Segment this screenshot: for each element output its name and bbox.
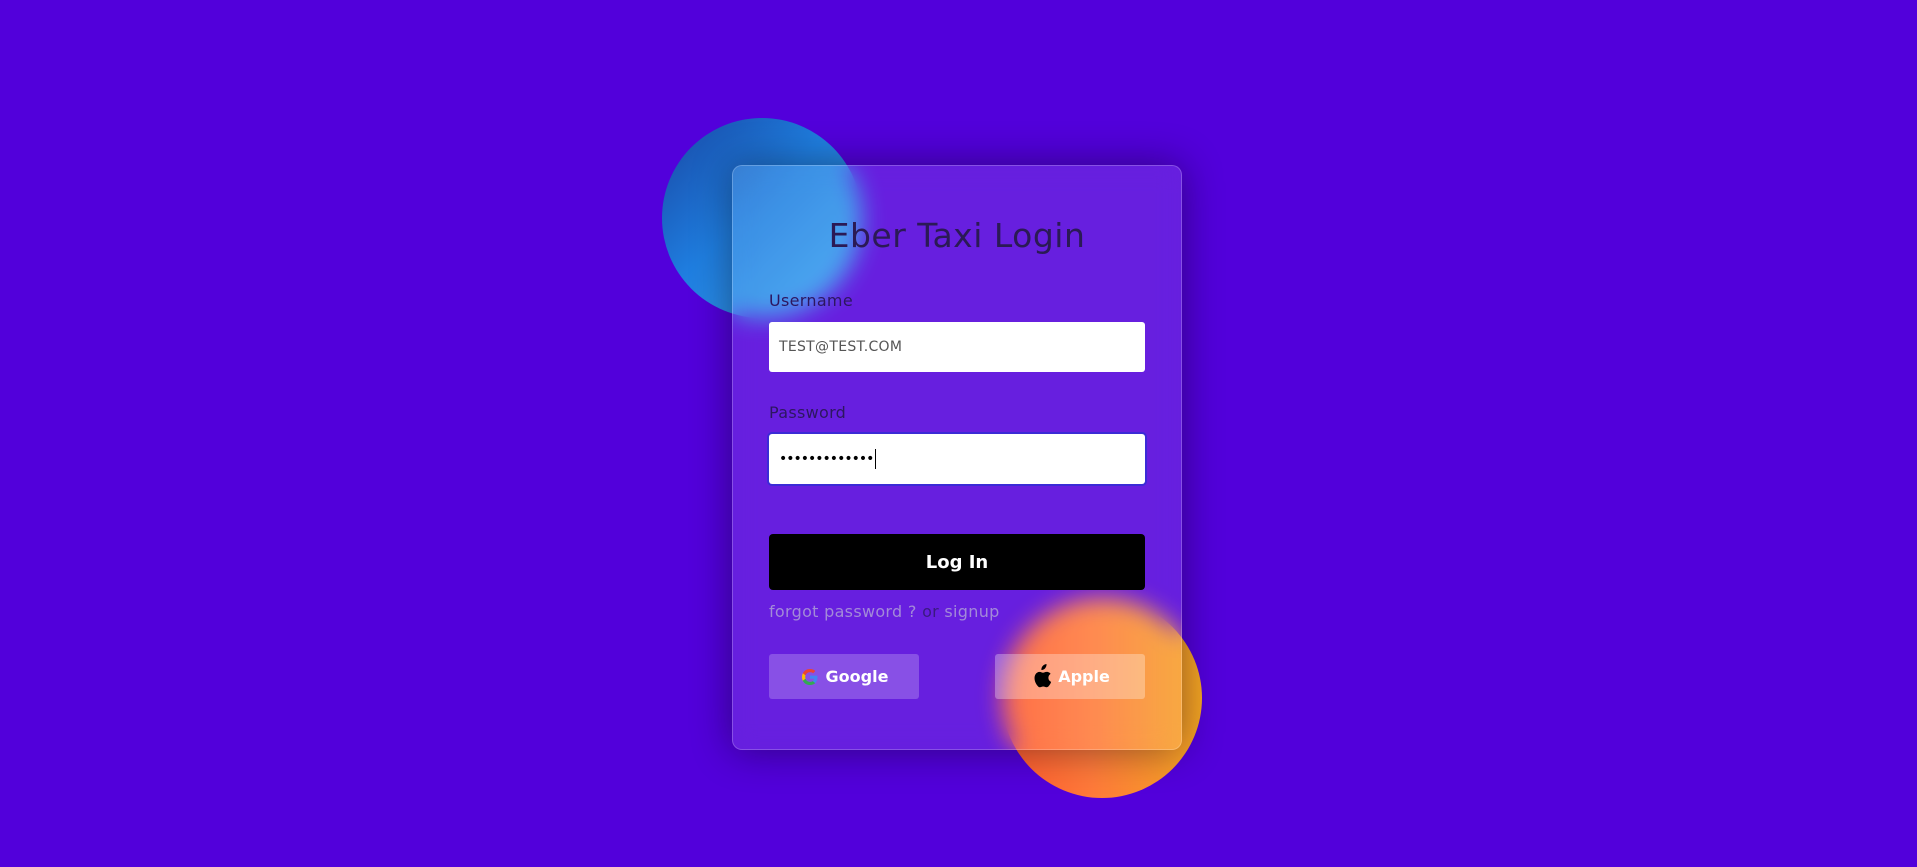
login-card: Eber Taxi Login Username TEST@TEST.COM P… xyxy=(732,165,1182,750)
google-icon xyxy=(800,667,820,687)
google-login-button[interactable]: Google xyxy=(769,654,919,699)
password-label: Password xyxy=(769,403,847,422)
auth-links: forgot password ? or signup xyxy=(769,602,1000,621)
apple-login-button[interactable]: Apple xyxy=(995,654,1145,699)
apple-icon xyxy=(1030,663,1052,690)
apple-button-label: Apple xyxy=(1058,667,1110,686)
google-button-label: Google xyxy=(825,667,889,686)
text-caret xyxy=(875,449,877,469)
signup-link[interactable]: signup xyxy=(944,602,999,621)
username-input[interactable]: TEST@TEST.COM xyxy=(769,322,1145,372)
login-button[interactable]: Log In xyxy=(769,534,1145,590)
username-label: Username xyxy=(769,291,853,310)
or-text: or xyxy=(922,602,940,621)
password-input[interactable]: ••••••••••••• xyxy=(769,434,1145,484)
password-masked-value: ••••••••••••• xyxy=(779,451,874,467)
login-title: Eber Taxi Login xyxy=(828,216,1086,255)
forgot-password-link[interactable]: forgot password ? xyxy=(769,602,917,621)
